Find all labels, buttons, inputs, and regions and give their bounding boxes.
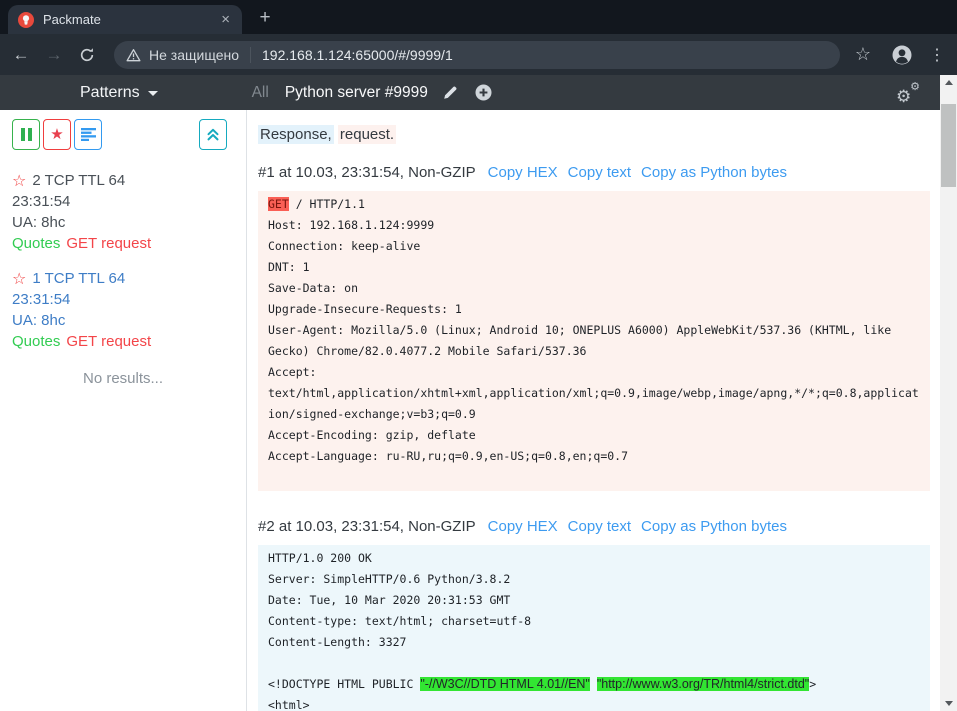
packet-1-header: #1 at 10.03, 23:31:54, Non-GZIP Copy HEX C… <box>258 162 930 183</box>
scrollbar-thumb[interactable] <box>941 104 956 187</box>
gear-icon-large: ⚙ <box>896 89 911 106</box>
gear-icon-small: ⚙ <box>910 81 920 92</box>
browser-window: Packmate × + ← → Не защищено 192.168.1.1… <box>0 0 957 711</box>
entry-time: 23:31:54 <box>12 191 246 212</box>
copy-hex-link[interactable]: Copy HEX <box>488 518 558 535</box>
patterns-label: Patterns <box>80 84 140 102</box>
back-button[interactable]: ← <box>9 45 33 65</box>
packet-detail-panel: Response, request. #1 at 10.03, 23:31:54… <box>248 110 940 711</box>
caret-down-icon <box>148 91 158 96</box>
page-scrollbar[interactable] <box>940 75 957 711</box>
copy-python-bytes-link[interactable]: Copy as Python bytes <box>641 518 787 535</box>
packet-list-item-2[interactable]: ☆ 1 TCP TTL 64 23:31:54 UA: 8hc Quotes GE… <box>12 268 246 352</box>
scroll-up-arrow[interactable] <box>940 75 957 90</box>
packet-1-meta: #1 at 10.03, 23:31:54, Non-GZIP <box>258 164 476 181</box>
add-pattern-icon[interactable] <box>475 84 492 101</box>
security-label: Не защищено <box>149 47 239 63</box>
tab-close-icon[interactable]: × <box>219 11 232 28</box>
forward-button[interactable]: → <box>42 45 66 65</box>
tag-quotes: Quotes <box>12 235 60 252</box>
favorites-filter-button[interactable]: ★ <box>43 119 71 150</box>
scroll-down-arrow[interactable] <box>940 696 957 711</box>
no-results-text: No results... <box>0 370 246 387</box>
entry-tags: Quotes GET request <box>12 233 246 254</box>
browser-tab-strip: Packmate × + <box>0 0 957 34</box>
omnibox-divider <box>250 47 251 63</box>
pause-icon <box>21 128 25 141</box>
copy-text-link[interactable]: Copy text <box>568 164 631 181</box>
not-secure-warning-icon <box>126 48 141 62</box>
address-bar[interactable]: Не защищено 192.168.1.124:65000/#/9999/1 <box>114 41 840 69</box>
copy-python-bytes-link[interactable]: Copy as Python bytes <box>641 164 787 181</box>
pattern-tab-all[interactable]: All <box>252 84 269 102</box>
app-navbar: Patterns All Python server #9999 ⚙ ⚙ <box>0 75 940 110</box>
list-view-button[interactable] <box>74 119 102 150</box>
entry-title: 1 TCP TTL 64 <box>32 268 125 289</box>
triangle-up-icon <box>945 80 953 85</box>
entry-ua: UA: 8hc <box>12 212 246 233</box>
new-tab-button[interactable]: + <box>252 6 278 30</box>
browser-tab-packmate[interactable]: Packmate × <box>8 5 242 34</box>
settings-gears-icon[interactable]: ⚙ ⚙ <box>896 82 920 104</box>
entry-tags: Quotes GET request <box>12 331 246 352</box>
tag-get-request: GET request <box>66 333 151 350</box>
entry-title-row: ☆ 2 TCP TTL 64 <box>12 170 246 191</box>
stream-summary: Response, request. <box>258 125 930 145</box>
entry-ua: UA: 8hc <box>12 310 246 331</box>
entry-title: 2 TCP TTL 64 <box>32 170 125 191</box>
collapse-sidebar-button[interactable] <box>199 119 227 150</box>
align-lines-icon <box>81 128 96 141</box>
response-body: HTTP/1.0 200 OK Server: SimpleHTTP/0.6 P… <box>258 545 930 711</box>
entry-title-row: ☆ 1 TCP TTL 64 <box>12 268 246 289</box>
bookmark-star-icon[interactable]: ☆ <box>851 44 875 65</box>
double-chevron-up-icon <box>206 128 220 141</box>
reload-button[interactable] <box>75 47 99 63</box>
url-text: 192.168.1.124:65000/#/9999/1 <box>262 47 453 63</box>
tag-get-request: GET request <box>66 235 151 252</box>
entry-time: 23:31:54 <box>12 289 246 310</box>
favorite-star-icon[interactable]: ☆ <box>12 271 26 287</box>
patterns-dropdown[interactable]: Patterns <box>80 84 158 102</box>
packet-2-meta: #2 at 10.03, 23:31:54, Non-GZIP <box>258 518 476 535</box>
sidebar-toolbar: ★ <box>12 119 234 150</box>
packmate-favicon-icon <box>18 12 34 28</box>
favorite-star-icon[interactable]: ☆ <box>12 173 26 189</box>
profile-avatar-icon[interactable] <box>891 44 913 66</box>
pattern-tab-python-server[interactable]: Python server #9999 <box>285 84 428 102</box>
tab-title: Packmate <box>43 12 219 27</box>
request-body: GET / HTTP/1.1 Host: 192.168.1.124:9999 … <box>258 191 930 491</box>
copy-hex-link[interactable]: Copy HEX <box>488 164 558 181</box>
packet-list-item-1[interactable]: ☆ 2 TCP TTL 64 23:31:54 UA: 8hc Quotes GE… <box>12 170 246 254</box>
star-icon: ★ <box>50 127 63 142</box>
packet-2-header: #2 at 10.03, 23:31:54, Non-GZIP Copy HEX C… <box>258 516 930 537</box>
browser-menu-icon[interactable]: ⋮ <box>925 45 949 65</box>
edit-pattern-icon[interactable] <box>442 85 458 101</box>
copy-text-link[interactable]: Copy text <box>568 518 631 535</box>
triangle-down-icon <box>945 701 953 706</box>
browser-toolbar: ← → Не защищено 192.168.1.124:65000/#/99… <box>0 34 957 75</box>
tag-quotes: Quotes <box>12 333 60 350</box>
pause-capture-button[interactable] <box>12 119 40 150</box>
sidebar: ★ ☆ 2 TCP TTL 64 23:31:54 UA: 8hc Quotes… <box>0 110 247 711</box>
